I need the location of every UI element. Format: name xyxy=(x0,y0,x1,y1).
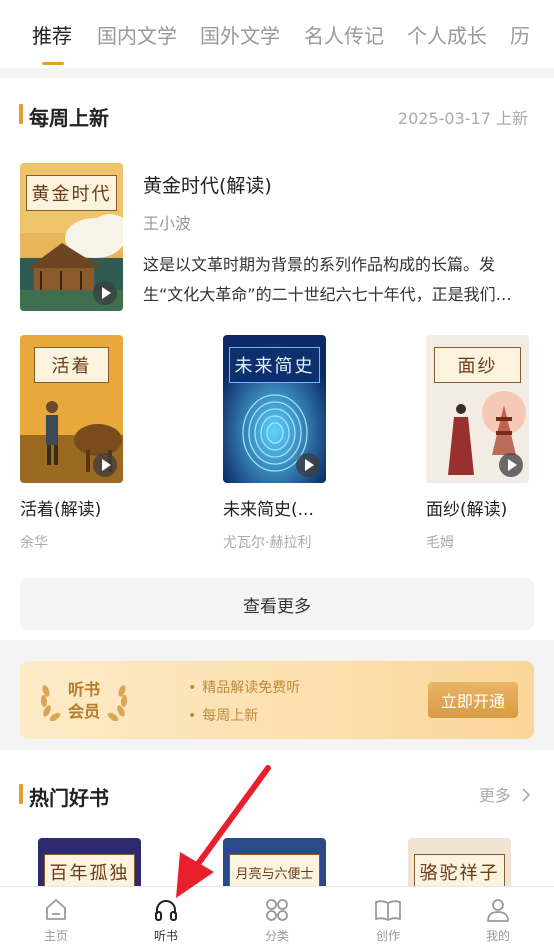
book-card[interactable]: 活着 活着(解读) 余华 xyxy=(20,335,130,552)
weekly-new-section: 每周上新 2025-03-17 上新 黄金时代 黄金时代(解读) 王小波 这是以… xyxy=(0,78,554,640)
view-more-button[interactable]: 查看更多 xyxy=(20,578,534,630)
book-card[interactable]: 面纱 面纱(解读) 毛姆 xyxy=(426,335,536,552)
member-title-line1: 听书 xyxy=(67,680,100,699)
nav-item-audiobooks[interactable]: 听书 xyxy=(126,897,206,944)
book-cover-title: 面纱 xyxy=(434,347,521,383)
book-author: 余华 xyxy=(20,535,48,551)
play-icon[interactable] xyxy=(296,453,320,477)
profile-icon xyxy=(487,899,509,922)
play-icon[interactable] xyxy=(93,281,117,305)
benefit-item: 每周上新 xyxy=(188,705,258,725)
book-card[interactable]: 未来简史 未来简史(... 尤瓦尔·赫拉利 xyxy=(223,335,333,552)
hot-books-section: 热门好书 更多 百年孤独 月亮与六便士 骆驼祥子 xyxy=(0,750,554,890)
update-date: 2025-03-17 上新 xyxy=(397,109,528,128)
benefit-item: 精品解读免费听 xyxy=(188,677,300,697)
tab-personal-growth[interactable]: 个人成长 xyxy=(407,20,487,49)
active-tab-indicator xyxy=(42,62,64,65)
book-title: 活着(解读) xyxy=(20,500,102,520)
member-banner[interactable]: 听书 会员 精品解读免费听 每周上新 立即开通 xyxy=(20,661,534,739)
play-icon[interactable] xyxy=(93,453,117,477)
play-icon[interactable] xyxy=(499,453,523,477)
headphones-icon xyxy=(155,900,177,921)
nav-label: 听书 xyxy=(153,929,178,943)
featured-cover-title: 黄金时代 xyxy=(26,175,117,211)
book-cover[interactable]: 活着 xyxy=(20,335,123,483)
book-icon xyxy=(375,900,401,921)
book-author: 尤瓦尔·赫拉利 xyxy=(223,535,312,551)
member-title: 听书 会员 xyxy=(20,679,148,723)
book-cover-title: 活着 xyxy=(34,347,109,383)
member-title-line2: 会员 xyxy=(67,702,100,721)
hot-book-cover-title: 百年孤独 xyxy=(44,854,135,890)
book-title: 面纱(解读) xyxy=(426,500,508,520)
section-accent-bar xyxy=(19,784,23,804)
nav-item-profile[interactable]: 我的 xyxy=(458,897,538,944)
home-icon xyxy=(46,899,66,920)
featured-book-title[interactable]: 黄金时代(解读) xyxy=(143,171,272,198)
featured-book-author: 王小波 xyxy=(143,214,192,233)
book-title: 未来简史(... xyxy=(223,500,314,520)
nav-label: 创作 xyxy=(375,929,400,943)
hot-book-cover[interactable]: 骆驼祥子 xyxy=(408,838,511,890)
nav-label: 主页 xyxy=(43,929,68,943)
book-cover[interactable]: 未来简史 xyxy=(223,335,326,483)
featured-book-cover[interactable]: 黄金时代 xyxy=(20,163,123,311)
nav-label: 分类 xyxy=(264,929,289,943)
book-cover[interactable]: 面纱 xyxy=(426,335,529,483)
category-icon xyxy=(266,899,288,921)
nav-item-categories[interactable]: 分类 xyxy=(237,897,317,944)
featured-book-description: 这是以文革时期为背景的系列作品构成的长篇。发生“文化大革命”的二十世纪六七十年代… xyxy=(143,255,512,304)
nav-item-home[interactable]: 主页 xyxy=(16,897,96,944)
book-cover-title: 未来简史 xyxy=(229,347,320,383)
open-membership-button[interactable]: 立即开通 xyxy=(428,682,518,718)
tab-biography[interactable]: 名人传记 xyxy=(304,20,384,49)
hot-book-cover-title: 月亮与六便士 xyxy=(229,854,320,890)
section-accent-bar xyxy=(19,104,23,124)
tab-domestic-literature[interactable]: 国内文学 xyxy=(97,20,177,49)
hot-book-cover-title: 骆驼祥子 xyxy=(414,854,505,890)
chevron-right-icon xyxy=(522,788,531,802)
nav-item-create[interactable]: 创作 xyxy=(348,897,428,944)
section-title: 热门好书 xyxy=(29,786,109,810)
category-tabs: 推荐 国内文学 国外文学 名人传记 个人成长 历 xyxy=(0,0,554,68)
book-author: 毛姆 xyxy=(426,535,454,551)
tab-recommended[interactable]: 推荐 xyxy=(32,20,72,49)
tab-history[interactable]: 历 xyxy=(510,20,530,49)
hot-book-cover[interactable]: 月亮与六便士 xyxy=(223,838,326,890)
nav-label: 我的 xyxy=(485,929,510,943)
tab-foreign-literature[interactable]: 国外文学 xyxy=(200,20,280,49)
more-link-label: 更多 xyxy=(478,786,511,805)
more-link[interactable]: 更多 xyxy=(479,782,532,806)
section-title: 每周上新 xyxy=(29,106,109,130)
bottom-navigation: 主页 听书 分类 创作 我的 xyxy=(0,886,554,950)
hot-book-cover[interactable]: 百年孤独 xyxy=(38,838,141,890)
